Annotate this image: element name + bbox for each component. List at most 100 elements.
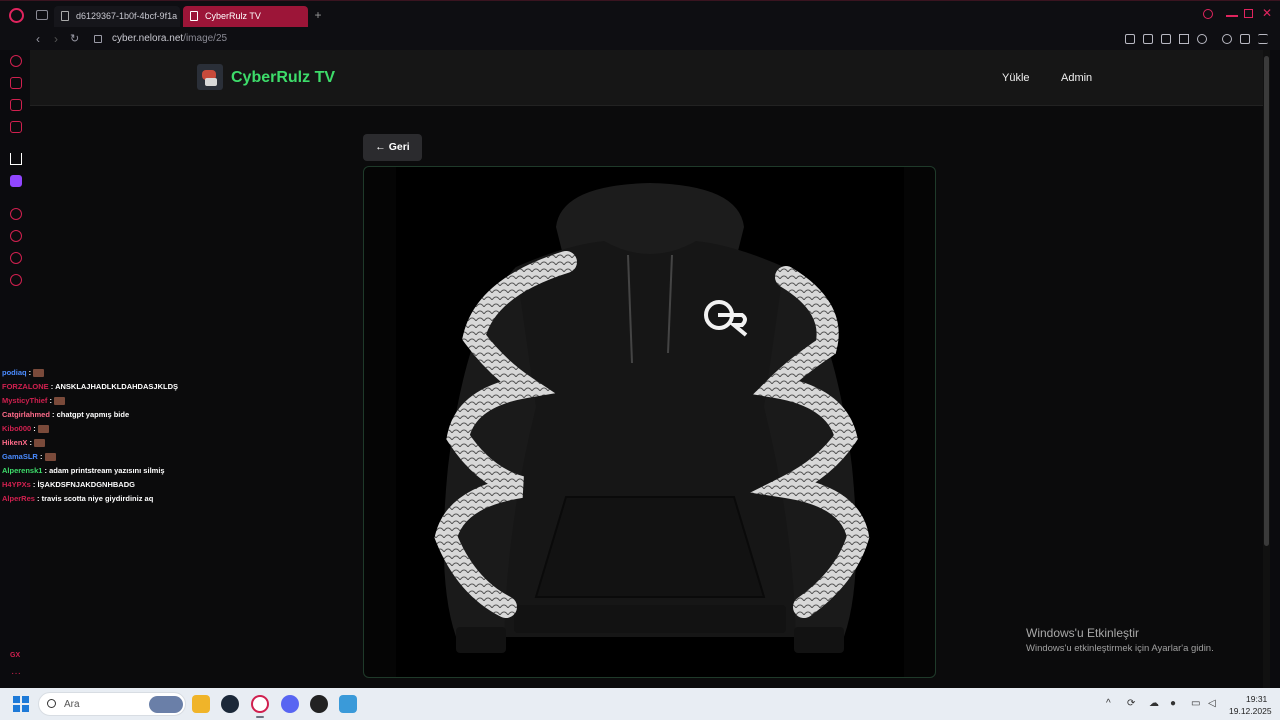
menu-icon[interactable] bbox=[1258, 34, 1268, 44]
lock-icon bbox=[94, 35, 102, 43]
history-icon[interactable] bbox=[10, 230, 22, 242]
speed-dial-icon[interactable] bbox=[10, 55, 22, 67]
network-icon[interactable]: ▭ bbox=[1191, 698, 1200, 709]
chat-user: Catgirlahmed bbox=[2, 410, 50, 419]
hoodie-image bbox=[396, 167, 904, 677]
tab-active[interactable]: CyberRulz TV bbox=[183, 6, 308, 27]
maximize-button[interactable] bbox=[1244, 9, 1253, 18]
address-bar: ‹ › ↻ cyber.nelora.net/image/25 bbox=[0, 30, 1280, 50]
tray-expand-icon[interactable]: ^ bbox=[1106, 698, 1111, 709]
account-icon[interactable] bbox=[1222, 34, 1232, 44]
page-icon bbox=[190, 11, 198, 21]
search-placeholder: Ara bbox=[64, 699, 80, 710]
player-sidebar-icon[interactable] bbox=[10, 208, 22, 220]
clock-date[interactable]: 19.12.2025 bbox=[1229, 706, 1272, 716]
gx-label: GX bbox=[10, 652, 21, 659]
scrollbar-thumb[interactable] bbox=[1264, 56, 1269, 546]
new-tab-button[interactable]: + bbox=[311, 8, 325, 22]
download-icon[interactable] bbox=[1240, 34, 1250, 44]
settings-icon[interactable] bbox=[10, 274, 22, 286]
minimize-button[interactable] bbox=[1226, 15, 1238, 17]
tab-overview-icon[interactable] bbox=[36, 10, 48, 20]
player-icon[interactable] bbox=[1179, 34, 1189, 44]
chat-line: MysticyThief : bbox=[2, 394, 202, 408]
chat-user: MysticyThief bbox=[2, 396, 48, 405]
steam-icon[interactable] bbox=[221, 695, 239, 713]
close-button[interactable]: ✕ bbox=[1262, 6, 1274, 20]
stream-chat-overlay: podiaq : FORZALONE : ANSKLAJHADLKLDAHDAS… bbox=[2, 366, 202, 506]
activation-watermark-text: Windows'u etkinleştirmek için Ayarlar'a … bbox=[1026, 643, 1214, 654]
volume-icon[interactable]: ◁ bbox=[1208, 698, 1216, 709]
store-icon[interactable] bbox=[10, 77, 22, 89]
chat-message: İŞAKDSFNJAKDGNHBADG bbox=[37, 480, 135, 489]
cloud-icon[interactable]: ☁ bbox=[1149, 698, 1159, 709]
site-title[interactable]: CyberRulz TV bbox=[231, 69, 335, 87]
sync-icon[interactable]: ⟳ bbox=[1127, 698, 1135, 709]
forward-nav-icon[interactable]: › bbox=[54, 32, 58, 46]
more-icon[interactable]: ··· bbox=[11, 668, 21, 679]
hoodie-illustration bbox=[434, 183, 870, 653]
windows-start-icon[interactable] bbox=[13, 696, 29, 712]
chat-line: GamaSLR : bbox=[2, 450, 202, 464]
tab-inactive[interactable]: d6129367-1b0f-4bcf-9f1a bbox=[54, 6, 180, 27]
news-icon[interactable] bbox=[10, 121, 22, 133]
chat-user: Alperensk1 bbox=[2, 466, 43, 475]
ai-icon[interactable] bbox=[10, 153, 22, 165]
chat-line: Kibo000 : bbox=[2, 422, 202, 436]
site-logo[interactable] bbox=[197, 64, 223, 90]
app-icon[interactable] bbox=[339, 695, 357, 713]
app-icon[interactable] bbox=[310, 695, 328, 713]
taskbar-search[interactable]: Ara bbox=[38, 692, 186, 716]
chat-user: H4YPXs bbox=[2, 480, 31, 489]
logo-shape bbox=[205, 78, 217, 86]
emote-image bbox=[33, 369, 45, 378]
opera-gx-icon[interactable] bbox=[251, 695, 269, 713]
pin-icon[interactable] bbox=[1125, 34, 1135, 44]
image-card bbox=[363, 166, 936, 678]
nav-admin-link[interactable]: Admin bbox=[1061, 72, 1092, 84]
opera-logo-icon[interactable] bbox=[9, 8, 24, 23]
clock-time[interactable]: 19:31 bbox=[1246, 694, 1267, 704]
discord-icon[interactable] bbox=[281, 695, 299, 713]
site-header: CyberRulz TV Yükle Admin bbox=[30, 50, 1270, 106]
chat-message: travis scotta niye giydirdiniz aq bbox=[41, 494, 154, 503]
extensions-icon[interactable] bbox=[10, 252, 22, 264]
microphone-icon[interactable]: ● bbox=[1170, 698, 1176, 709]
url-path: /image/25 bbox=[183, 33, 228, 44]
chat-user: HikenX bbox=[2, 438, 28, 447]
chat-line: HikenX : bbox=[2, 436, 202, 450]
emote-image bbox=[34, 439, 46, 448]
chat-user: AlperRes bbox=[2, 494, 35, 503]
twitch-icon[interactable] bbox=[10, 175, 22, 187]
file-explorer-icon[interactable] bbox=[192, 695, 210, 713]
chat-line: H4YPXs : İŞAKDSFNJAKDGNHBADG bbox=[2, 480, 135, 489]
tab-label: d6129367-1b0f-4bcf-9f1a bbox=[76, 11, 178, 21]
page-icon bbox=[61, 11, 69, 21]
emote-image bbox=[37, 425, 49, 434]
chat-line: Alperensk1 : adam printstream yazısını s… bbox=[2, 466, 165, 475]
tab-label: CyberRulz TV bbox=[205, 11, 261, 21]
chat-message: ANSKLAJHADLKLDAHDASJKLDŞ bbox=[55, 382, 178, 391]
chat-user: Kibo000 bbox=[2, 424, 32, 433]
adblock-icon[interactable] bbox=[1161, 34, 1171, 44]
back-nav-icon[interactable]: ‹ bbox=[36, 32, 40, 46]
nav-upload-link[interactable]: Yükle bbox=[1002, 72, 1030, 84]
chat-user: FORZALONE bbox=[2, 382, 49, 391]
emote-image bbox=[44, 453, 56, 462]
page-scrollbar[interactable] bbox=[1263, 50, 1270, 688]
heart-icon[interactable] bbox=[1197, 34, 1207, 44]
chat-message: adam printstream yazısını silmiş bbox=[49, 466, 165, 475]
emote-image bbox=[54, 397, 66, 406]
active-app-indicator bbox=[256, 716, 264, 718]
twitch-gx-icon[interactable] bbox=[10, 99, 22, 111]
reload-icon[interactable]: ↻ bbox=[70, 32, 79, 45]
url-field[interactable]: cyber.nelora.net/image/25 bbox=[112, 33, 227, 44]
chat-line: AlperRes : travis scotta niye giydirdini… bbox=[2, 494, 154, 503]
snapshot-icon[interactable] bbox=[1143, 34, 1153, 44]
search-tabs-icon[interactable] bbox=[1203, 9, 1213, 19]
chat-user: podiaq bbox=[2, 368, 27, 377]
url-host: cyber.nelora.net bbox=[112, 33, 184, 44]
back-button[interactable]: ← Geri bbox=[363, 134, 422, 161]
chat-line: FORZALONE : ANSKLAJHADLKLDAHDASJKLDŞ bbox=[2, 382, 178, 391]
chat-line: podiaq : bbox=[2, 366, 202, 380]
